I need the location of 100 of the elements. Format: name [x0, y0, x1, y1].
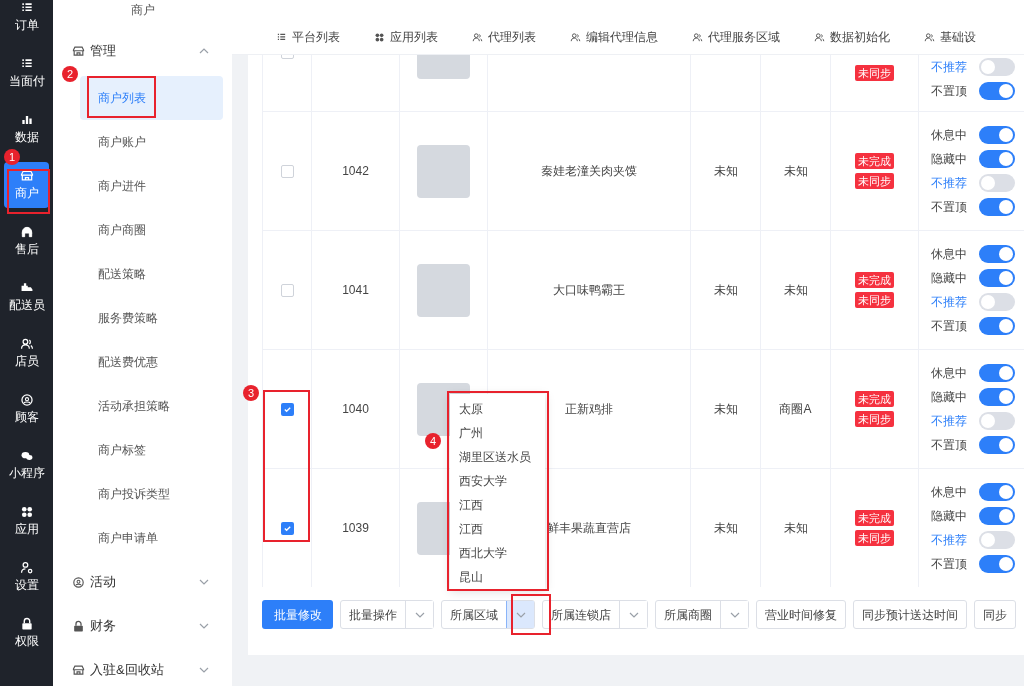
nav-icon — [19, 169, 34, 183]
merchant-name: 正新鸡排 — [565, 401, 613, 418]
dropdown-item[interactable]: 湖里区送水员 — [450, 445, 545, 469]
toggle-switch[interactable] — [979, 531, 1015, 549]
toggle-label: 不置顶 — [931, 318, 968, 335]
toggle-switch[interactable] — [979, 198, 1015, 216]
submenu-item[interactable]: 商户进件 — [80, 164, 223, 208]
toggle-switch[interactable] — [979, 82, 1015, 100]
nav-rail-item[interactable]: 数据 — [4, 106, 49, 152]
dropdown-toggle[interactable] — [506, 601, 534, 628]
submenu-item[interactable]: 配送费优惠 — [80, 340, 223, 384]
chevron-icon — [199, 667, 209, 673]
dropdown-toggle[interactable] — [720, 601, 748, 628]
users-icon — [472, 31, 483, 43]
submenu-item[interactable]: 配送策略 — [80, 252, 223, 296]
status-tag: 未完成 — [855, 510, 894, 526]
dropdown-toggle[interactable] — [405, 601, 433, 628]
toggle-label: 不推荐 — [931, 294, 968, 311]
submenu-item[interactable]: 商户商圈 — [80, 208, 223, 252]
nav-rail-item[interactable]: 顾客 — [4, 386, 49, 432]
submenu-item[interactable]: 活动承担策略 — [80, 384, 223, 428]
toggle-switch[interactable] — [979, 483, 1015, 501]
grid-icon — [276, 31, 287, 43]
status-tag: 未完成 — [855, 272, 894, 288]
tab[interactable]: 应用列表 — [374, 28, 438, 46]
menu-group[interactable]: 入驻&回收站 — [62, 648, 223, 686]
tab[interactable]: 代理列表 — [472, 28, 536, 46]
menu-group[interactable]: 活动 — [62, 560, 223, 604]
nav-rail-item[interactable]: 订单 — [4, 0, 49, 40]
nav-rail-item[interactable]: 售后 — [4, 218, 49, 264]
dropdown-toggle[interactable] — [619, 601, 647, 628]
toggle-switch[interactable] — [979, 364, 1015, 382]
row-checkbox[interactable] — [280, 402, 294, 416]
dropdown-item[interactable]: 西北大学 — [450, 541, 545, 565]
toggle-switch[interactable] — [979, 174, 1015, 192]
dropdown-item[interactable]: 太原 — [450, 397, 545, 421]
tab[interactable]: 平台列表 — [276, 28, 340, 46]
toggle-switch[interactable] — [979, 555, 1015, 573]
submenu-item[interactable]: 商户标签 — [80, 428, 223, 472]
nav-rail-item[interactable]: 配送员 — [4, 274, 49, 320]
nav-icon — [19, 449, 34, 463]
submenu-item[interactable]: 商户投诉类型 — [80, 472, 223, 516]
status-tag: 未同步 — [855, 65, 894, 81]
nav-icon — [19, 561, 34, 575]
row-checkbox[interactable] — [280, 164, 294, 178]
nav-icon — [19, 393, 34, 407]
logo-placeholder — [417, 144, 470, 198]
table-cell-text: 商圈A — [779, 401, 812, 418]
toggle-switch[interactable] — [979, 412, 1015, 430]
toggle-switch[interactable] — [979, 317, 1015, 335]
submenu-item[interactable]: 商户账户 — [80, 120, 223, 164]
nav-rail-item[interactable]: 应用 — [4, 498, 49, 544]
toggle-label: 不推荐 — [931, 175, 968, 192]
dropdown-item[interactable]: 广州 — [450, 421, 545, 445]
primary-button[interactable]: 批量修改 — [262, 600, 333, 629]
toggle-switch[interactable] — [979, 507, 1015, 525]
table-cell-text: 未知 — [783, 163, 808, 180]
nav-icon — [19, 337, 34, 351]
nav-icon — [19, 225, 34, 239]
status-tag: 未同步 — [855, 530, 894, 546]
dropdown-item[interactable]: 西安大学 — [450, 469, 545, 493]
toolbar-button[interactable]: 同步预计送达时间 — [853, 600, 967, 629]
toolbar-button[interactable]: 营业时间修复 — [756, 600, 846, 629]
tab[interactable]: 代理服务区域 — [692, 28, 780, 46]
dropdown-item[interactable]: 昆山 — [450, 565, 545, 589]
nav-rail-item[interactable]: 权限 — [4, 610, 49, 656]
toggle-switch[interactable] — [979, 436, 1015, 454]
toggle-label: 不置顶 — [931, 437, 968, 454]
row-checkbox[interactable] — [280, 521, 294, 535]
nav-rail-item[interactable]: 当面付 — [4, 50, 49, 96]
check-icon — [282, 523, 292, 533]
nav-rail-item[interactable]: 店员 — [4, 330, 49, 376]
tab[interactable]: 数据初始化 — [814, 28, 890, 46]
users-icon — [570, 31, 581, 43]
table-cell-text: 未知 — [713, 520, 738, 537]
tab[interactable]: 编辑代理信息 — [570, 28, 658, 46]
dropdown-item[interactable]: 江西 — [450, 493, 545, 517]
tab[interactable]: 基础设 — [924, 28, 976, 46]
toggle-switch[interactable] — [979, 150, 1015, 168]
submenu-title: 商户 — [129, 2, 156, 19]
toggle-switch[interactable] — [979, 269, 1015, 287]
toolbar-button[interactable]: 同步 — [974, 600, 1016, 629]
nav-rail-item[interactable]: 设置 — [4, 554, 49, 600]
toggle-switch[interactable] — [979, 293, 1015, 311]
toggle-switch[interactable] — [979, 245, 1015, 263]
chevron-icon — [199, 48, 209, 54]
submenu-item[interactable]: 服务费策略 — [80, 296, 223, 340]
toggle-label: 不推荐 — [931, 59, 968, 76]
toggle-switch[interactable] — [979, 388, 1015, 406]
toggle-switch[interactable] — [979, 126, 1015, 144]
chevron-icon — [414, 611, 425, 618]
menu-group[interactable]: 管理 — [62, 36, 223, 66]
toggle-switch[interactable] — [979, 58, 1015, 76]
menu-group[interactable]: 财务 — [62, 604, 223, 648]
status-tag: 未同步 — [855, 173, 894, 189]
nav-rail-item[interactable]: 小程序 — [4, 442, 49, 488]
merchant-id: 1039 — [342, 520, 369, 537]
submenu-item[interactable]: 商户申请单 — [80, 516, 223, 560]
row-checkbox[interactable] — [280, 283, 294, 297]
dropdown-item[interactable]: 江西 — [450, 517, 545, 541]
